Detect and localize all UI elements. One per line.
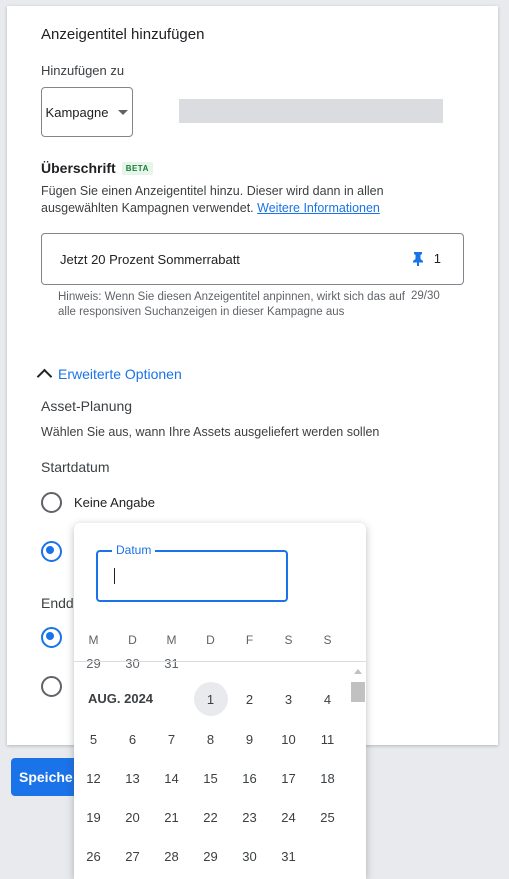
day-cell[interactable]: 29 [191, 838, 230, 874]
radio-start-date[interactable] [41, 541, 62, 562]
headline-input[interactable]: Jetzt 20 Prozent Sommerrabatt 1 [41, 233, 464, 285]
scrollbar-thumb[interactable] [351, 682, 365, 702]
prev-month-partial-row: 29 30 31 [74, 656, 348, 671]
month-row: AUG. 2024 1 2 3 4 [74, 681, 348, 717]
date-input-label: Datum [112, 543, 156, 557]
day-cell[interactable]: 29 [74, 656, 113, 671]
radio-end-none[interactable] [41, 627, 62, 648]
week-row: 26 27 28 29 30 31 [74, 838, 348, 874]
campaign-dropdown-value: Kampagne [45, 104, 109, 120]
start-option-none[interactable]: Keine Angabe [41, 492, 155, 513]
campaign-name-placeholder [179, 99, 443, 123]
caret-down-icon [118, 109, 129, 115]
day-cell[interactable]: 12 [74, 760, 113, 796]
weekday: M [166, 633, 177, 647]
headline-heading: Überschrift BETA [41, 160, 153, 176]
day-number: 1 [193, 682, 228, 716]
day-cell[interactable]: 23 [230, 799, 269, 835]
day-cell[interactable]: 6 [113, 721, 152, 757]
weekday: S [284, 633, 293, 647]
day-cell[interactable]: 2 [230, 681, 269, 717]
learn-more-link[interactable]: Weitere Informationen [257, 201, 380, 215]
day-cell[interactable]: 27 [113, 838, 152, 874]
week-row: 12 13 14 15 16 17 18 [74, 760, 348, 796]
day-cell[interactable]: 26 [74, 838, 113, 874]
card-title: Anzeigentitel hinzufügen [41, 26, 205, 43]
calendar-scrollbar[interactable] [350, 663, 366, 879]
headline-heading-label: Überschrift [41, 160, 116, 176]
start-option-none-label: Keine Angabe [74, 495, 155, 510]
save-button[interactable]: Speiche [11, 758, 81, 796]
day-cell[interactable]: 15 [191, 760, 230, 796]
weekday-divider [74, 661, 366, 662]
day-cell[interactable]: 31 [152, 656, 191, 671]
start-date-title: Startdatum [41, 459, 110, 475]
day-cell[interactable]: 7 [152, 721, 191, 757]
text-cursor [114, 568, 115, 584]
pin-icon[interactable] [411, 251, 425, 267]
day-cell[interactable]: 21 [152, 799, 191, 835]
day-cell[interactable]: 28 [152, 838, 191, 874]
char-counter: 29/30 [411, 290, 440, 302]
headline-input-value: Jetzt 20 Prozent Sommerrabatt [60, 252, 240, 267]
date-picker-popup: Datum M D M D F S S 29 30 31 AUG. 2024 1… [74, 523, 366, 879]
scroll-up-arrow-icon[interactable] [354, 669, 362, 674]
day-cell[interactable]: 18 [308, 760, 347, 796]
chevron-up-icon [36, 368, 53, 385]
advanced-options-label: Erweiterte Optionen [58, 365, 182, 382]
beta-badge: BETA [121, 161, 153, 175]
day-cell[interactable]: 13 [113, 760, 152, 796]
date-input[interactable]: Datum [96, 543, 288, 602]
day-cell[interactable]: 25 [308, 799, 347, 835]
day-cell[interactable]: 19 [74, 799, 113, 835]
week-row: 5 6 7 8 9 10 11 [74, 721, 348, 757]
radio-none[interactable] [41, 492, 62, 513]
day-cell[interactable]: 17 [269, 760, 308, 796]
asset-planning-desc: Wählen Sie aus, wann Ihre Assets ausgeli… [41, 425, 380, 439]
month-label: AUG. 2024 [88, 691, 154, 706]
day-cell[interactable]: 16 [230, 760, 269, 796]
day-cell[interactable]: 4 [308, 681, 347, 717]
weekday: S [323, 633, 332, 647]
day-cell[interactable]: 30 [113, 656, 152, 671]
day-cell[interactable]: 24 [269, 799, 308, 835]
weekday: M [88, 633, 99, 647]
day-cell[interactable]: 9 [230, 721, 269, 757]
day-cell[interactable]: 22 [191, 799, 230, 835]
end-date-title: Endd [41, 595, 74, 611]
day-cell[interactable]: 8 [191, 721, 230, 757]
weekday: D [206, 633, 215, 647]
week-row: 19 20 21 22 23 24 25 [74, 799, 348, 835]
weekday: D [128, 633, 137, 647]
add-to-label: Hinzufügen zu [41, 63, 125, 78]
headline-description: Fügen Sie einen Anzeigentitel hinzu. Die… [41, 183, 461, 217]
advanced-options-toggle[interactable]: Erweiterte Optionen [36, 365, 182, 385]
day-cell[interactable]: 20 [113, 799, 152, 835]
day-cell[interactable]: 11 [308, 721, 347, 757]
asset-planning-title: Asset-Planung [41, 398, 133, 414]
day-cell[interactable]: 5 [74, 721, 113, 757]
day-cell[interactable]: 1 [191, 681, 230, 717]
day-cell[interactable]: 10 [269, 721, 308, 757]
radio-end-date[interactable] [41, 676, 62, 697]
day-cell[interactable]: 3 [269, 681, 308, 717]
weekday: F [245, 633, 254, 647]
pin-hint: Hinweis: Wenn Sie diesen Anzeigentitel a… [58, 291, 405, 318]
weekday-header: M D M D F S S [74, 633, 348, 647]
pin-count: 1 [433, 251, 441, 266]
day-cell[interactable]: 14 [152, 760, 191, 796]
campaign-dropdown[interactable]: Kampagne [41, 87, 133, 137]
day-cell[interactable]: 31 [269, 838, 308, 874]
day-cell[interactable]: 30 [230, 838, 269, 874]
